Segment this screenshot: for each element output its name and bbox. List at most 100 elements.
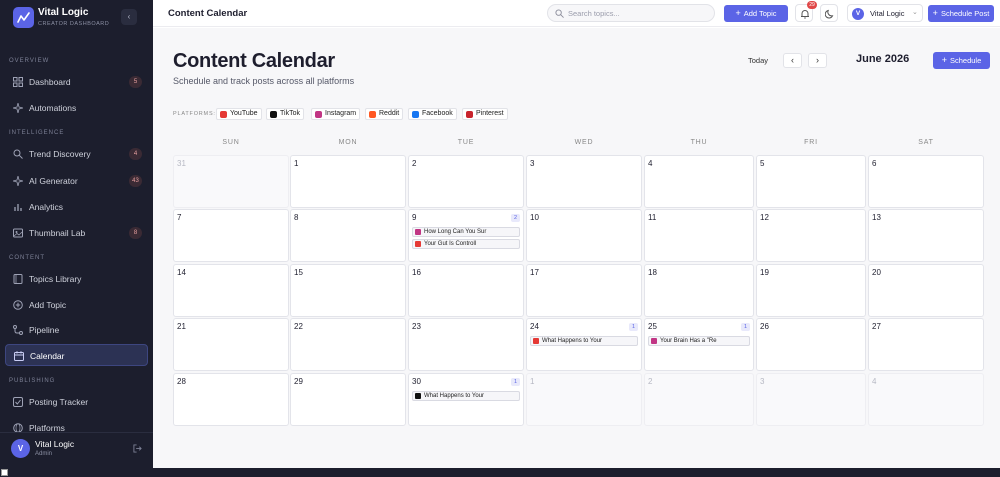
logout-icon[interactable]: [133, 444, 142, 453]
calendar-day-cell[interactable]: 23: [408, 318, 524, 371]
calendar-day-cell[interactable]: 1: [526, 373, 642, 426]
search-box[interactable]: [547, 4, 715, 22]
sidebar-item-ai-generator[interactable]: AI Generator 43: [5, 170, 148, 192]
calendar-day-cell[interactable]: 30 1 What Happens to Your: [408, 373, 524, 426]
search-icon: [555, 9, 564, 18]
calendar-day-cell[interactable]: 8: [290, 209, 406, 262]
post-title: Your Brain Has a "Re: [660, 338, 717, 344]
brand-subtitle: CREATOR DASHBOARD: [38, 21, 110, 27]
day-number: 2: [648, 377, 653, 386]
schedule-post-button[interactable]: + Schedule Post: [928, 5, 994, 22]
theme-toggle-button[interactable]: [820, 4, 838, 22]
section-label-intelligence: INTELLIGENCE: [9, 130, 65, 136]
next-month-button[interactable]: ›: [808, 53, 827, 68]
scheduled-post[interactable]: Your Brain Has a "Re: [648, 336, 750, 346]
calendar-day-cell[interactable]: 25 1 Your Brain Has a "Re: [644, 318, 754, 371]
calendar-day-cell[interactable]: 13: [868, 209, 984, 262]
calendar-day-cell[interactable]: 12: [756, 209, 866, 262]
sidebar-item-trend-discovery[interactable]: Trend Discovery 4: [5, 143, 148, 165]
add-topic-button[interactable]: + Add Topic: [724, 5, 788, 22]
month-label: June 2026: [856, 53, 910, 65]
sparkle-icon: [13, 103, 23, 113]
calendar-day-cell[interactable]: 4: [644, 155, 754, 208]
sidebar-item-calendar[interactable]: Calendar: [5, 344, 148, 366]
calendar-day-cell[interactable]: 21: [173, 318, 289, 371]
calendar-day-cell[interactable]: 27: [868, 318, 984, 371]
calendar-day-cell[interactable]: 29: [290, 373, 406, 426]
calendar-day-cell[interactable]: 28: [173, 373, 289, 426]
calendar-day-cell[interactable]: 24 1 What Happens to Your: [526, 318, 642, 371]
weekday-header: SUN: [222, 139, 240, 146]
platform-chip-instagram[interactable]: Instagram: [311, 108, 361, 120]
day-number: 29: [294, 377, 303, 386]
calendar-day-cell[interactable]: 22: [290, 318, 406, 371]
calendar-day-cell[interactable]: 3: [756, 373, 866, 426]
day-number: 10: [530, 213, 539, 222]
check-icon: [13, 397, 23, 407]
sidebar-item-dashboard[interactable]: Dashboard 5: [5, 71, 148, 93]
scheduled-post[interactable]: Your Gut Is Controll: [412, 239, 520, 249]
sidebar-item-automations[interactable]: Automations: [5, 97, 148, 119]
calendar-day-cell[interactable]: 2: [408, 155, 524, 208]
calendar-day-cell[interactable]: 10: [526, 209, 642, 262]
schedule-button[interactable]: + Schedule: [933, 52, 990, 69]
platform-chip-tiktok[interactable]: TikTok: [266, 108, 304, 120]
account-menu[interactable]: V Vital Logic ⌄: [847, 4, 923, 22]
platform-chip-facebook[interactable]: Facebook: [408, 108, 457, 120]
sidebar-item-topics-library[interactable]: Topics Library: [5, 268, 148, 290]
calendar-icon: [14, 351, 24, 361]
day-number: 27: [872, 322, 881, 331]
sparkle-icon: [13, 176, 23, 186]
calendar-day-cell[interactable]: 18: [644, 264, 754, 317]
platform-chip-pinterest[interactable]: Pinterest: [462, 108, 508, 120]
calendar-day-cell[interactable]: 6: [868, 155, 984, 208]
calendar-day-cell[interactable]: 26: [756, 318, 866, 371]
calendar-day-cell[interactable]: 3: [526, 155, 642, 208]
calendar-day-cell[interactable]: 31: [173, 155, 289, 208]
calendar-day-cell[interactable]: 16: [408, 264, 524, 317]
day-number: 4: [872, 377, 877, 386]
platform-chip-reddit[interactable]: Reddit: [365, 108, 404, 120]
day-number: 4: [648, 159, 653, 168]
day-number: 28: [177, 377, 186, 386]
calendar-day-cell[interactable]: 4: [868, 373, 984, 426]
sidebar-item-thumbnail-lab[interactable]: Thumbnail Lab 8: [5, 222, 148, 244]
scheduled-post[interactable]: What Happens to Your: [412, 391, 520, 401]
avatar: V: [852, 8, 864, 20]
calendar-day-cell[interactable]: 5: [756, 155, 866, 208]
sidebar-item-label: Analytics: [29, 202, 64, 212]
prev-month-button[interactable]: ‹: [783, 53, 802, 68]
calendar-day-cell[interactable]: 9 2 How Long Can You Sur Your Gut Is Contro…: [408, 209, 524, 262]
chevron-down-icon: ⌄: [912, 9, 918, 16]
bell-icon: [801, 10, 809, 19]
brand-logo-icon: [13, 7, 34, 28]
platform-chip-label: TikTok: [280, 110, 300, 117]
sidebar-item-posting-tracker[interactable]: Posting Tracker: [5, 391, 148, 413]
calendar-day-cell[interactable]: 11: [644, 209, 754, 262]
sidebar-item-add-topic[interactable]: Add Topic: [5, 294, 148, 316]
avatar: V: [11, 439, 30, 458]
plus-icon: +: [735, 8, 741, 18]
sidebar-item-pipeline[interactable]: Pipeline: [5, 319, 148, 341]
calendar-day-cell[interactable]: 19: [756, 264, 866, 317]
notification-count-badge: 29: [807, 1, 817, 9]
collapse-sidebar-button[interactable]: ‹: [121, 9, 137, 25]
search-input[interactable]: [568, 8, 708, 19]
calendar-day-cell[interactable]: 20: [868, 264, 984, 317]
calendar-day-cell[interactable]: 15: [290, 264, 406, 317]
day-number: 3: [760, 377, 765, 386]
day-number: 13: [872, 213, 881, 222]
calendar-day-cell[interactable]: 14: [173, 264, 289, 317]
calendar-day-cell[interactable]: 17: [526, 264, 642, 317]
scheduled-post[interactable]: What Happens to Your: [530, 336, 638, 346]
user-profile[interactable]: V Vital Logic Admin: [0, 432, 153, 468]
platform-chip-youtube[interactable]: YouTube: [216, 108, 262, 120]
today-button[interactable]: Today: [741, 53, 775, 69]
notifications-button[interactable]: 29: [795, 1, 817, 22]
calendar-day-cell[interactable]: 7: [173, 209, 289, 262]
calendar-day-cell[interactable]: 2: [644, 373, 754, 426]
sidebar-item-analytics[interactable]: Analytics: [5, 196, 148, 218]
scheduled-post[interactable]: How Long Can You Sur: [412, 227, 520, 237]
platforms-label: PLATFORMS:: [173, 111, 216, 117]
calendar-day-cell[interactable]: 1: [290, 155, 406, 208]
